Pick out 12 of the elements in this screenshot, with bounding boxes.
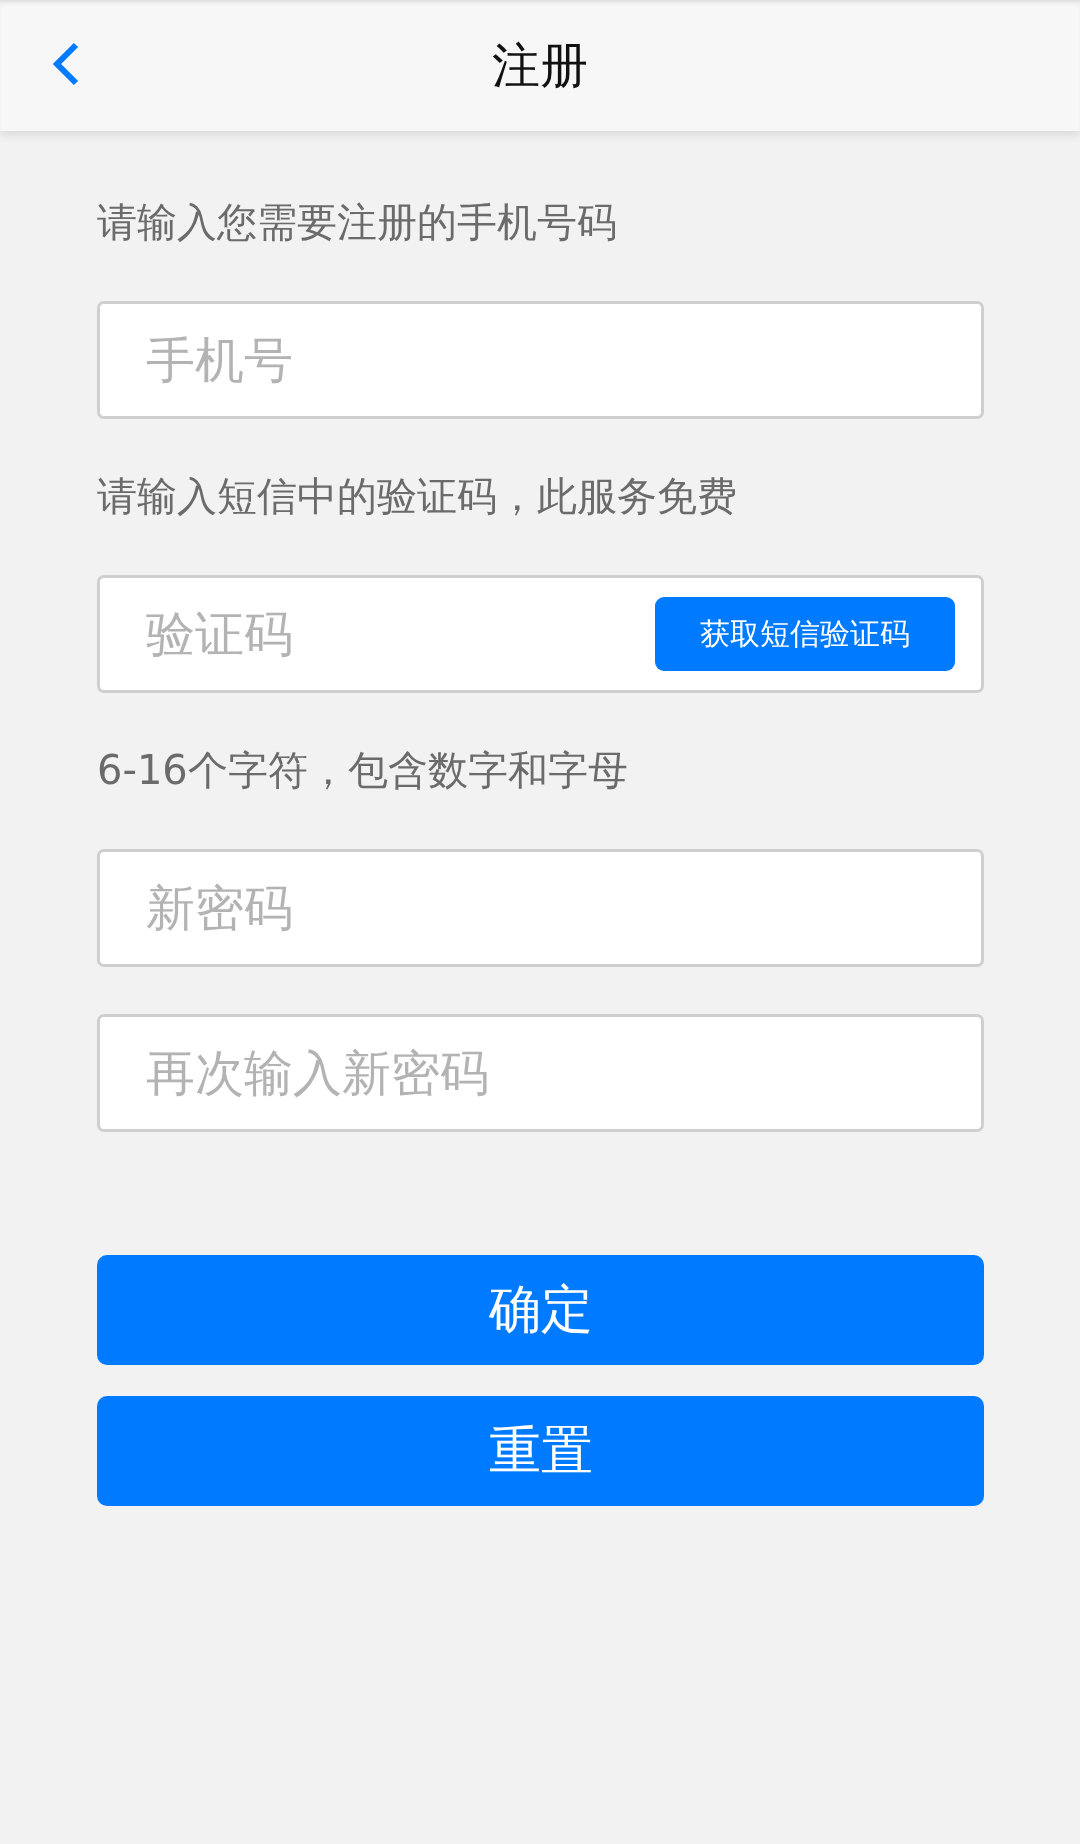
back-chevron-icon xyxy=(52,42,80,86)
input-field[interactable]: 新密码 xyxy=(97,849,984,967)
code-input-field[interactable]: 验证码 获取短信验证码 xyxy=(97,575,984,693)
input-field[interactable]: 手机号 xyxy=(97,301,984,419)
confirm-button[interactable]: 确定 xyxy=(97,1255,984,1365)
page-title: 注册 xyxy=(492,36,588,95)
reset-button[interactable]: 重置 xyxy=(97,1396,984,1506)
input-field[interactable]: 再次输入新密码 xyxy=(97,1014,984,1132)
field-label: 请输入短信中的验证码，此服务免费 xyxy=(97,472,738,521)
field-label: 6-16个字符，包含数字和字母 xyxy=(97,746,629,795)
get-code-button[interactable]: 获取短信验证码 xyxy=(655,597,955,671)
field-label: 请输入您需要注册的手机号码 xyxy=(97,198,618,247)
